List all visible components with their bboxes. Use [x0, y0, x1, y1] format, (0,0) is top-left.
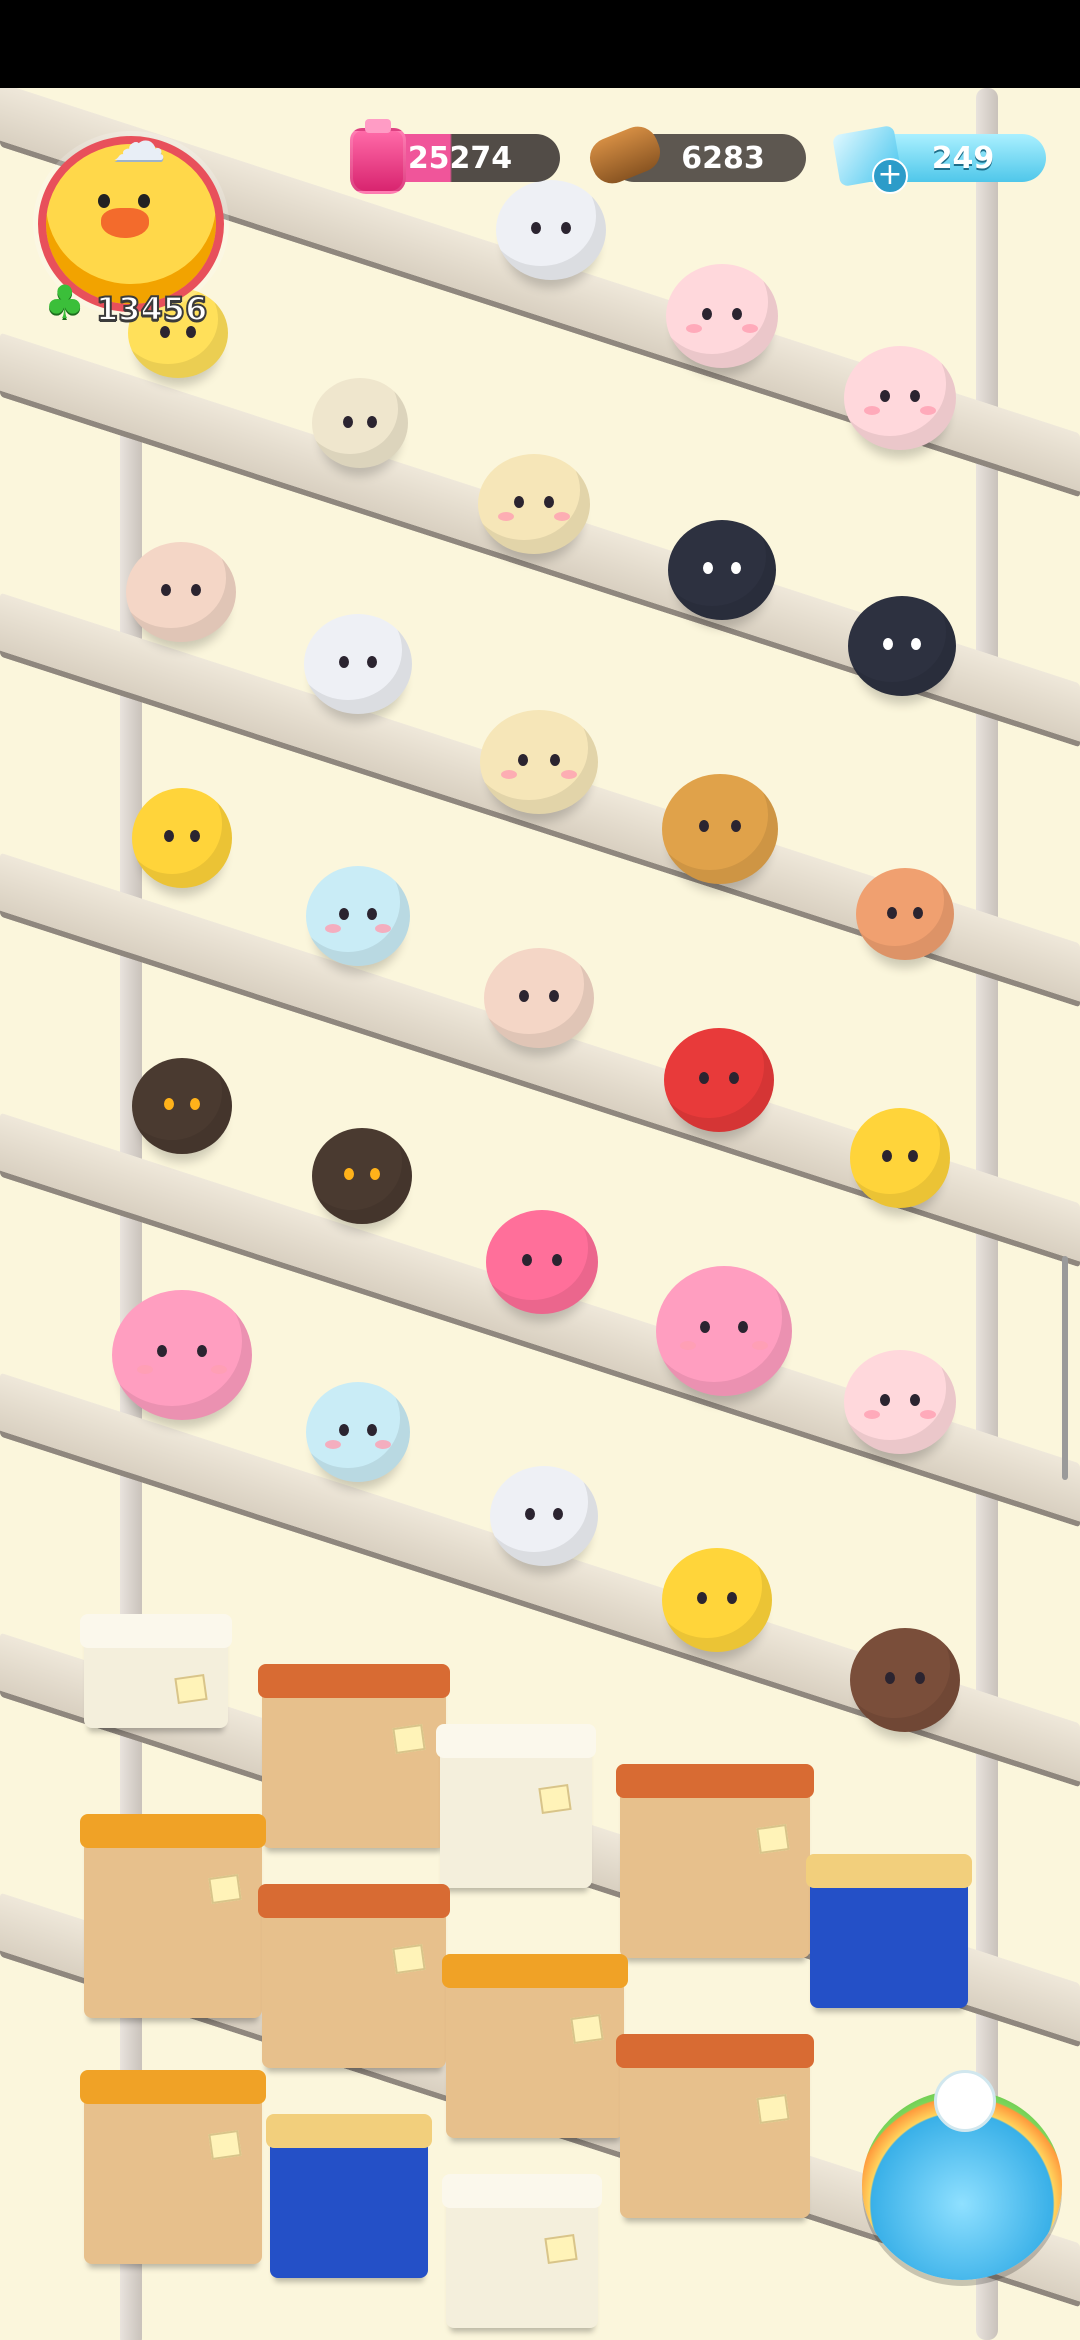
critter-penguin[interactable]	[132, 788, 232, 888]
critter-skunk[interactable]	[848, 596, 956, 696]
storage-box[interactable]	[80, 1814, 266, 2018]
storage-box[interactable]	[80, 2070, 266, 2264]
critter-cat-gray[interactable]	[496, 180, 606, 280]
storage-box[interactable]	[436, 1724, 596, 1888]
critter-mouse-gray[interactable]	[312, 378, 408, 468]
critter-cat-gray[interactable]	[490, 1466, 598, 1566]
critter-husky[interactable]	[304, 614, 412, 714]
fountain-button[interactable]	[862, 2070, 1062, 2280]
storage-box-blue[interactable]	[806, 1854, 972, 2008]
storage-box[interactable]	[80, 1614, 232, 1728]
critter-monkey[interactable]	[126, 542, 236, 642]
status-bar	[0, 0, 1080, 88]
critter-skunk[interactable]	[668, 520, 776, 620]
critter-monkey[interactable]	[484, 948, 594, 1048]
storage-box[interactable]	[616, 1764, 814, 1958]
storage-box[interactable]	[258, 1664, 450, 1848]
critter-cow[interactable]	[480, 710, 598, 814]
ink-bottle-icon	[350, 119, 406, 194]
storage-box[interactable]	[616, 2034, 814, 2218]
ink-count: 25274	[407, 140, 513, 176]
critter-brown-bear[interactable]	[850, 1628, 960, 1732]
critter-tiger[interactable]	[662, 1548, 772, 1652]
critter-penguin[interactable]	[850, 1108, 950, 1208]
critter-bird-blue[interactable]	[306, 866, 410, 966]
wood-count: 6283	[681, 140, 765, 176]
critter-alpaca[interactable]	[112, 1290, 252, 1420]
critter-mouse-red[interactable]	[664, 1028, 774, 1132]
critter-shiba[interactable]	[662, 774, 778, 884]
storage-box[interactable]	[442, 2174, 602, 2328]
gem-count: 249	[931, 140, 995, 176]
critter-sheep-pink[interactable]	[844, 1350, 956, 1454]
storage-box[interactable]	[258, 1884, 450, 2068]
critter-cow[interactable]	[478, 454, 590, 554]
scrollbar[interactable]	[1062, 1256, 1068, 1480]
clover-count: 13456	[95, 289, 208, 329]
critter-sheep-pink[interactable]	[666, 264, 778, 368]
storage-box-blue[interactable]	[266, 2114, 432, 2278]
critter-crow[interactable]	[312, 1128, 412, 1224]
critter-crow[interactable]	[132, 1058, 232, 1154]
game-world[interactable]	[0, 88, 1080, 2340]
cloud-icon: ☁	[112, 110, 166, 173]
storage-box[interactable]	[442, 1954, 628, 2138]
fountain-icon	[934, 2070, 996, 2132]
critter-hamster[interactable]	[856, 868, 954, 960]
critter-sheep-pink[interactable]	[844, 346, 956, 450]
clover-icon: ♣	[44, 275, 86, 329]
critter-fox-pink[interactable]	[486, 1210, 598, 1314]
add-gems-button[interactable]: +	[872, 158, 908, 194]
critter-alpaca[interactable]	[656, 1266, 792, 1396]
critter-bird-blue[interactable]	[306, 1382, 410, 1482]
